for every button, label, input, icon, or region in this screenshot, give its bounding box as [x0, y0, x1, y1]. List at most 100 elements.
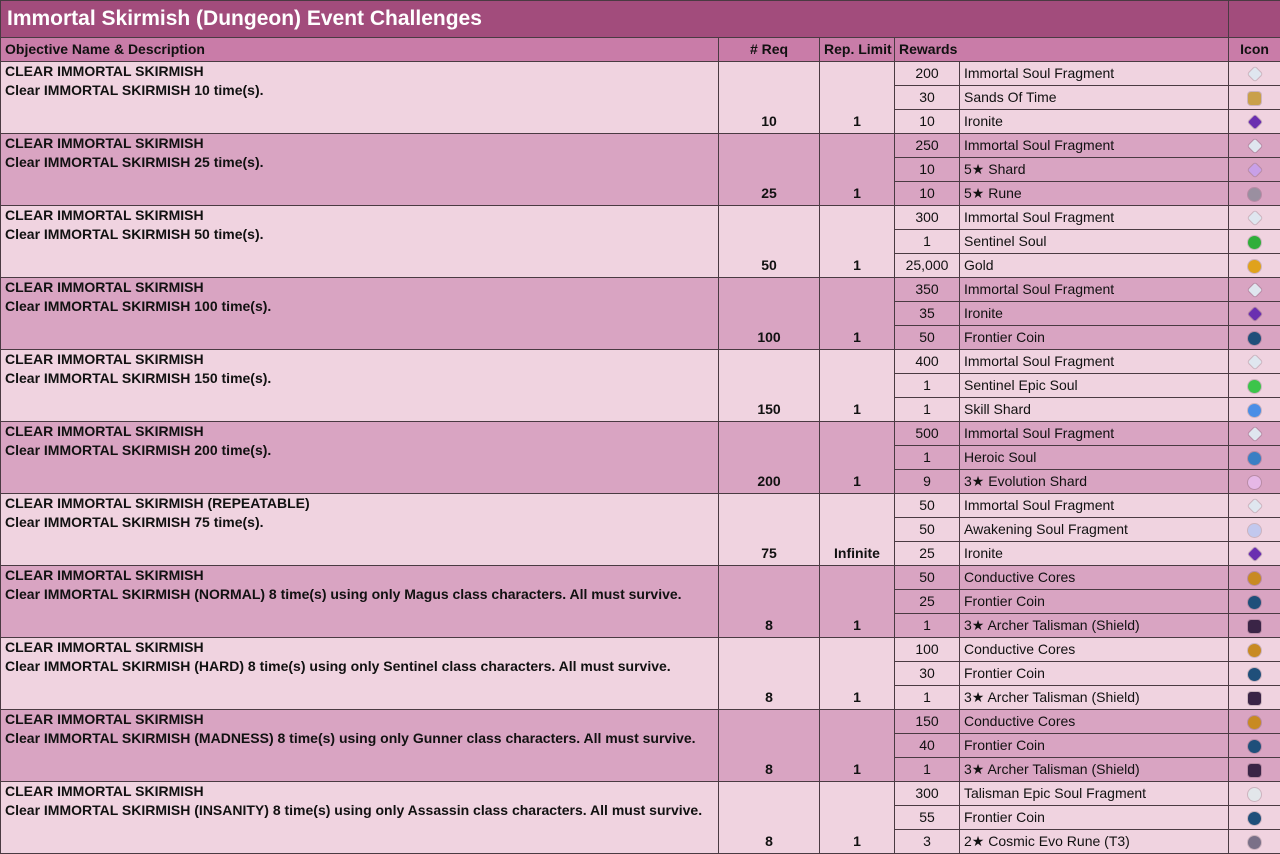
- reward-quantity: 25: [894, 541, 960, 566]
- reward-item: Immortal Soul Fragment: [958, 421, 1230, 446]
- reward-item: Ironite: [958, 109, 1230, 134]
- reward-icon-cell: [1228, 637, 1280, 662]
- reward-icon-cell: [1228, 829, 1280, 854]
- challenges-table: Immortal Skirmish (Dungeon) Event Challe…: [0, 0, 1280, 854]
- soul-fragment-icon: [1247, 283, 1262, 298]
- rep-limit: 1: [819, 349, 895, 422]
- req-count: 200: [718, 421, 820, 494]
- reward-item: Ironite: [958, 541, 1230, 566]
- reward-item: 5★ Rune: [958, 181, 1230, 206]
- reward-quantity: 150: [894, 709, 960, 734]
- rep-limit: 1: [819, 205, 895, 278]
- reward-icon-cell: [1228, 661, 1280, 686]
- title-corner-cell: [1228, 0, 1280, 38]
- reward-item: Immortal Soul Fragment: [958, 205, 1230, 230]
- reward-item: Sands Of Time: [958, 85, 1230, 110]
- reward-quantity: 30: [894, 661, 960, 686]
- table-row: CLEAR IMMORTAL SKIRMISH Clear IMMORTAL SK…: [0, 637, 1280, 710]
- title-row: Immortal Skirmish (Dungeon) Event Challe…: [0, 0, 1280, 38]
- reward-icon-cell: [1228, 61, 1280, 86]
- reward-quantity: 1: [894, 613, 960, 638]
- reward-quantity: 200: [894, 61, 960, 86]
- reward-item: 2★ Cosmic Evo Rune (T3): [958, 829, 1230, 854]
- reward-quantity: 1: [894, 229, 960, 254]
- header-objective: Objective Name & Description: [0, 37, 719, 62]
- reward-quantity: 50: [894, 517, 960, 542]
- reward-icon-cell: [1228, 565, 1280, 590]
- objective-description: Clear IMMORTAL SKIRMISH 25 time(s).: [5, 154, 264, 170]
- objective-cell: CLEAR IMMORTAL SKIRMISH Clear IMMORTAL SK…: [0, 781, 719, 854]
- objective-cell: CLEAR IMMORTAL SKIRMISH Clear IMMORTAL SK…: [0, 349, 719, 422]
- header-icon: Icon: [1228, 37, 1280, 62]
- objective-description: Clear IMMORTAL SKIRMISH (INSANITY) 8 tim…: [5, 802, 703, 818]
- reward-item: Sentinel Epic Soul: [958, 373, 1230, 398]
- reward-item: Frontier Coin: [958, 589, 1230, 614]
- objective-description: Clear IMMORTAL SKIRMISH 10 time(s).: [5, 82, 264, 98]
- conductive-core-icon: [1248, 715, 1262, 729]
- reward-item: Immortal Soul Fragment: [958, 277, 1230, 302]
- reward-item: Ironite: [958, 301, 1230, 326]
- rune-icon: [1248, 187, 1262, 201]
- frontier-coin-icon: [1248, 667, 1262, 681]
- ironite-icon: [1247, 547, 1262, 562]
- reward-quantity: 10: [894, 109, 960, 134]
- table-row: CLEAR IMMORTAL SKIRMISH Clear IMMORTAL SK…: [0, 277, 1280, 350]
- req-count: 25: [718, 133, 820, 206]
- req-count: 8: [718, 709, 820, 782]
- reward-icon-cell: [1228, 277, 1280, 302]
- reward-quantity: 1: [894, 685, 960, 710]
- reward-icon-cell: [1228, 517, 1280, 542]
- objective-name: CLEAR IMMORTAL SKIRMISH: [5, 279, 204, 295]
- reward-icon-cell: [1228, 85, 1280, 110]
- reward-icon-cell: [1228, 709, 1280, 734]
- reward-item: Gold: [958, 253, 1230, 278]
- objective-description: Clear IMMORTAL SKIRMISH 200 time(s).: [5, 442, 272, 458]
- soul-fragment-icon: [1247, 211, 1262, 226]
- objective-cell: CLEAR IMMORTAL SKIRMISH Clear IMMORTAL SK…: [0, 565, 719, 638]
- conductive-core-icon: [1248, 571, 1262, 585]
- rep-limit: 1: [819, 421, 895, 494]
- objective-description: Clear IMMORTAL SKIRMISH (NORMAL) 8 time(…: [5, 586, 682, 602]
- objective-cell: CLEAR IMMORTAL SKIRMISH Clear IMMORTAL SK…: [0, 205, 719, 278]
- page-title: Immortal Skirmish (Dungeon) Event Challe…: [0, 0, 1230, 38]
- reward-icon-cell: [1228, 757, 1280, 782]
- reward-icon-cell: [1228, 373, 1280, 398]
- req-count: 75: [718, 493, 820, 566]
- reward-icon-cell: [1228, 685, 1280, 710]
- objective-name: CLEAR IMMORTAL SKIRMISH: [5, 567, 204, 583]
- table-row: CLEAR IMMORTAL SKIRMISH Clear IMMORTAL SK…: [0, 133, 1280, 206]
- rep-limit: 1: [819, 709, 895, 782]
- reward-icon-cell: [1228, 733, 1280, 758]
- req-count: 8: [718, 565, 820, 638]
- rep-limit: 1: [819, 133, 895, 206]
- evolution-shard-icon: [1248, 475, 1262, 489]
- reward-icon-cell: [1228, 229, 1280, 254]
- sentinel-epic-soul-icon: [1248, 379, 1262, 393]
- table-row: CLEAR IMMORTAL SKIRMISH (REPEATABLE) Clea…: [0, 493, 1280, 566]
- table-row: CLEAR IMMORTAL SKIRMISH Clear IMMORTAL SK…: [0, 349, 1280, 422]
- req-count: 10: [718, 61, 820, 134]
- header-row: Objective Name & Description # Req Rep. …: [0, 37, 1280, 62]
- objective-name: CLEAR IMMORTAL SKIRMISH: [5, 63, 204, 79]
- table-row: CLEAR IMMORTAL SKIRMISH Clear IMMORTAL SK…: [0, 205, 1280, 278]
- objective-name: CLEAR IMMORTAL SKIRMISH: [5, 639, 204, 655]
- objective-name: CLEAR IMMORTAL SKIRMISH (REPEATABLE): [5, 495, 310, 511]
- ironite-icon: [1247, 307, 1262, 322]
- reward-item: 3★ Evolution Shard: [958, 469, 1230, 494]
- req-count: 8: [718, 781, 820, 854]
- objective-name: CLEAR IMMORTAL SKIRMISH: [5, 207, 204, 223]
- rep-limit: 1: [819, 277, 895, 350]
- objective-description: Clear IMMORTAL SKIRMISH 100 time(s).: [5, 298, 272, 314]
- reward-icon-cell: [1228, 181, 1280, 206]
- header-rewards: Rewards: [893, 37, 1230, 62]
- reward-icon-cell: [1228, 589, 1280, 614]
- shard-icon: [1247, 163, 1262, 178]
- skill-shard-icon: [1248, 403, 1262, 417]
- reward-icon-cell: [1228, 301, 1280, 326]
- reward-quantity: 1: [894, 445, 960, 470]
- reward-icon-cell: [1228, 445, 1280, 470]
- reward-item: Sentinel Soul: [958, 229, 1230, 254]
- talisman-icon: [1248, 619, 1262, 633]
- objective-name: CLEAR IMMORTAL SKIRMISH: [5, 135, 204, 151]
- reward-item: Immortal Soul Fragment: [958, 133, 1230, 158]
